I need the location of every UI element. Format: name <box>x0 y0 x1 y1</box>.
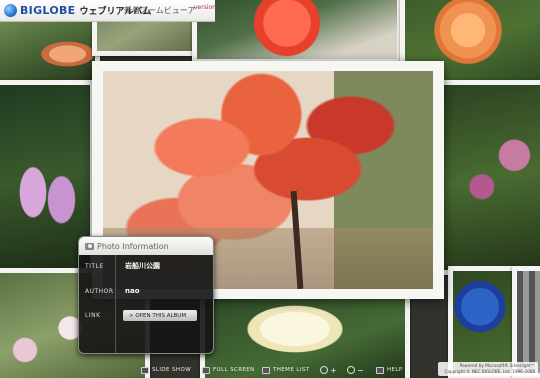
zoom-out-button[interactable]: − <box>347 365 364 375</box>
author-value: nao <box>125 287 140 295</box>
info-panel-header[interactable]: Photo Information <box>79 237 213 255</box>
link-key: LINK <box>85 312 101 319</box>
copyright-text: Copyright © NEC BIGLOBE, Ltd. 1996-2008 <box>444 369 535 374</box>
zoom-in-button[interactable]: + <box>320 365 337 375</box>
magnifier-icon <box>347 366 355 374</box>
themelist-icon <box>262 366 270 374</box>
zoom-out-label: − <box>357 365 365 375</box>
version-label: version <box>194 4 216 11</box>
help-label: HELP <box>387 367 403 373</box>
info-row-link: LINK > OPEN THIS ALBUM <box>79 310 213 321</box>
fullscreen-icon <box>202 366 210 374</box>
photo-information-panel: Photo Information TITLE 岩船川公園 AUTHOR nao… <box>78 236 214 354</box>
fullscreen-label: FULL SCREEN <box>213 367 255 373</box>
fullscreen-button[interactable]: FULL SCREEN <box>202 365 255 375</box>
biglobe-logo[interactable]: BIGLOBE <box>4 4 75 17</box>
biglobe-logo-icon <box>4 4 17 17</box>
open-album-button[interactable]: > OPEN THIS ALBUM <box>123 310 197 321</box>
info-row-title: TITLE 岩船川公園 <box>79 261 213 271</box>
slideshow-button[interactable]: SLIDE SHOW <box>141 365 191 375</box>
slideshow-label: SLIDE SHOW <box>152 367 192 373</box>
photo-tile[interactable] <box>436 80 540 275</box>
slideshow-icon <box>141 366 149 374</box>
copyright-box: Powered by Microsoft® Silverlight™ Copyr… <box>438 362 538 376</box>
logo-text: BIGLOBE <box>20 4 76 17</box>
info-row-author: AUTHOR nao <box>79 287 213 295</box>
info-panel-title: Photo Information <box>97 241 169 251</box>
title-value: 岩船川公園 <box>125 262 160 270</box>
camera-icon <box>85 242 94 250</box>
help-icon <box>376 366 384 374</box>
magnifier-icon <box>320 366 328 374</box>
themelist-label: THEME LIST <box>273 367 310 373</box>
photo-tile[interactable] <box>192 0 402 64</box>
title-key: TITLE <box>85 262 104 270</box>
themelist-button[interactable]: THEME LIST <box>262 365 309 375</box>
zoom-viewer-stage: BIGLOBE ウェブリアルバム 新着ズームビューア version Photo… <box>0 0 540 378</box>
help-button[interactable]: HELP <box>376 365 403 375</box>
photo-tile[interactable] <box>0 16 100 86</box>
viewer-subtitle: 新着ズームビューア <box>124 6 196 15</box>
zoom-in-label: + <box>330 365 338 375</box>
author-key: AUTHOR <box>85 287 114 295</box>
